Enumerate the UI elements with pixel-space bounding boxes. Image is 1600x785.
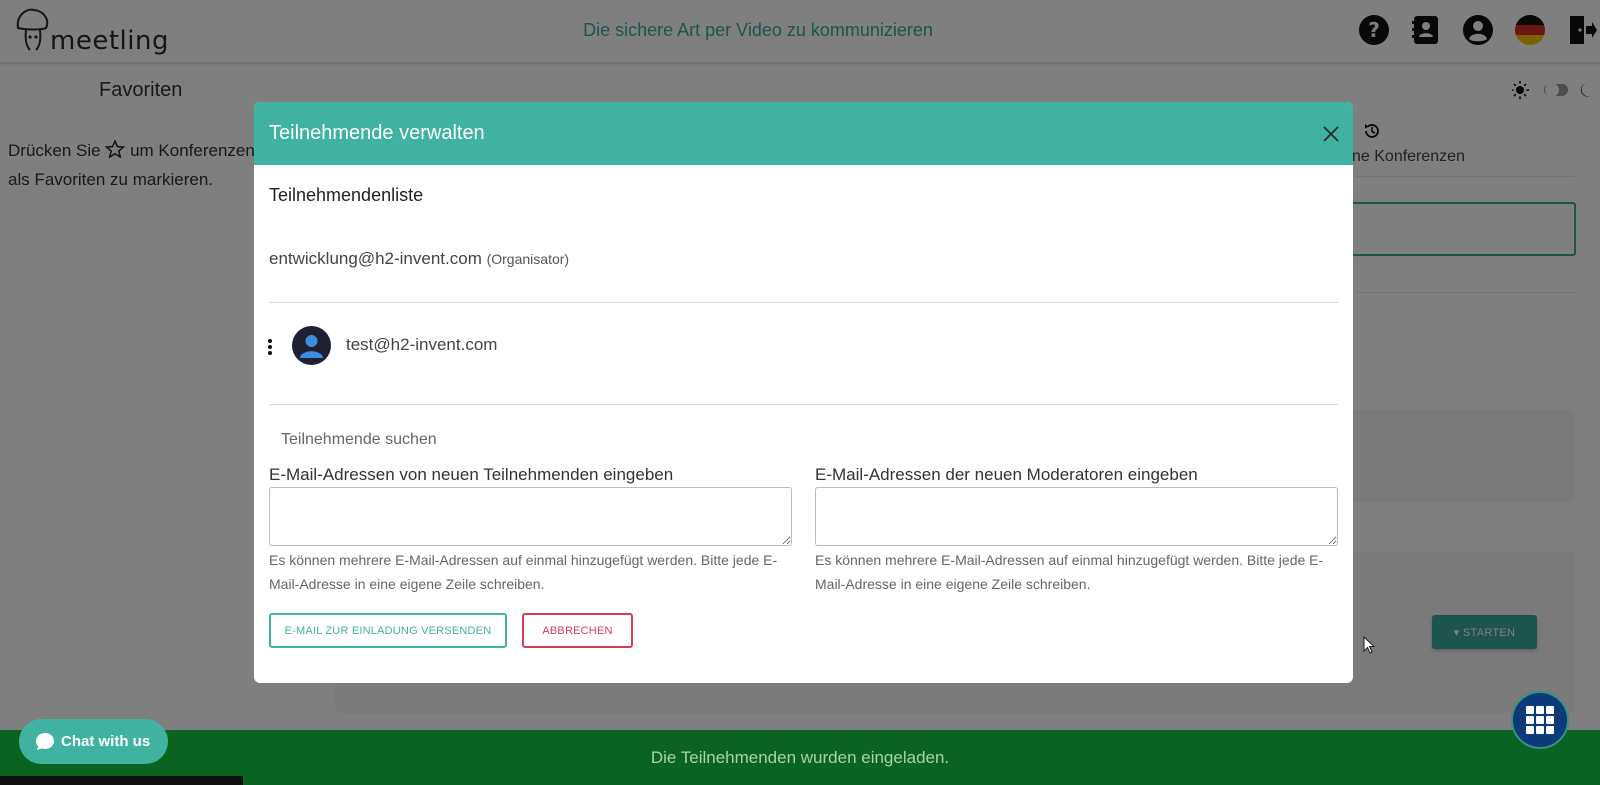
divider — [269, 404, 1338, 405]
modal-title: Teilnehmende verwalten — [269, 122, 485, 144]
chat-bubble-icon — [36, 733, 54, 750]
more-options-icon[interactable] — [266, 338, 274, 356]
chat-with-us-button[interactable]: Chat with us — [19, 719, 168, 764]
manage-participants-modal: Teilnehmende verwalten Teilnehmendenlist… — [254, 102, 1353, 683]
grid-icon — [1526, 706, 1554, 734]
moderators-help-text: Es können mehrere E-Mail-Adressen auf ei… — [815, 552, 1324, 592]
organizer-entry: entwicklung@h2-invent.com (Organisator) — [269, 249, 569, 269]
participants-help-text: Es können mehrere E-Mail-Adressen auf ei… — [269, 552, 778, 592]
modal-header: Teilnehmende verwalten — [254, 102, 1353, 165]
cancel-button[interactable]: ABBRECHEN — [522, 613, 633, 648]
send-invitation-button[interactable]: E-MAIL ZUR EINLADUNG VERSENDEN — [269, 613, 507, 648]
participant-email: test@h2-invent.com — [346, 335, 498, 354]
mouse-cursor-icon — [1363, 636, 1375, 654]
search-participants-input[interactable] — [269, 425, 769, 455]
close-icon[interactable] — [1319, 122, 1343, 146]
moderators-email-textarea[interactable] — [815, 487, 1338, 546]
chat-label: Chat with us — [61, 733, 151, 750]
user-icon — [300, 335, 323, 358]
organizer-tag: (Organisator) — [486, 251, 570, 267]
moderators-field-label: E-Mail-Adressen der neuen Moderatoren ei… — [815, 465, 1198, 484]
bottom-bar — [0, 776, 243, 785]
app-grid-button[interactable] — [1511, 691, 1569, 749]
participants-field-label: E-Mail-Adressen von neuen Teilnehmenden … — [269, 465, 674, 484]
participant-list-title: Teilnehmendenliste — [269, 185, 424, 205]
toast-message: Die Teilnehmenden wurden eingeladen. — [650, 748, 950, 767]
participants-email-textarea[interactable] — [269, 487, 792, 546]
organizer-email: entwicklung@h2-invent.com — [269, 249, 482, 268]
avatar — [292, 326, 331, 365]
divider — [269, 302, 1338, 303]
